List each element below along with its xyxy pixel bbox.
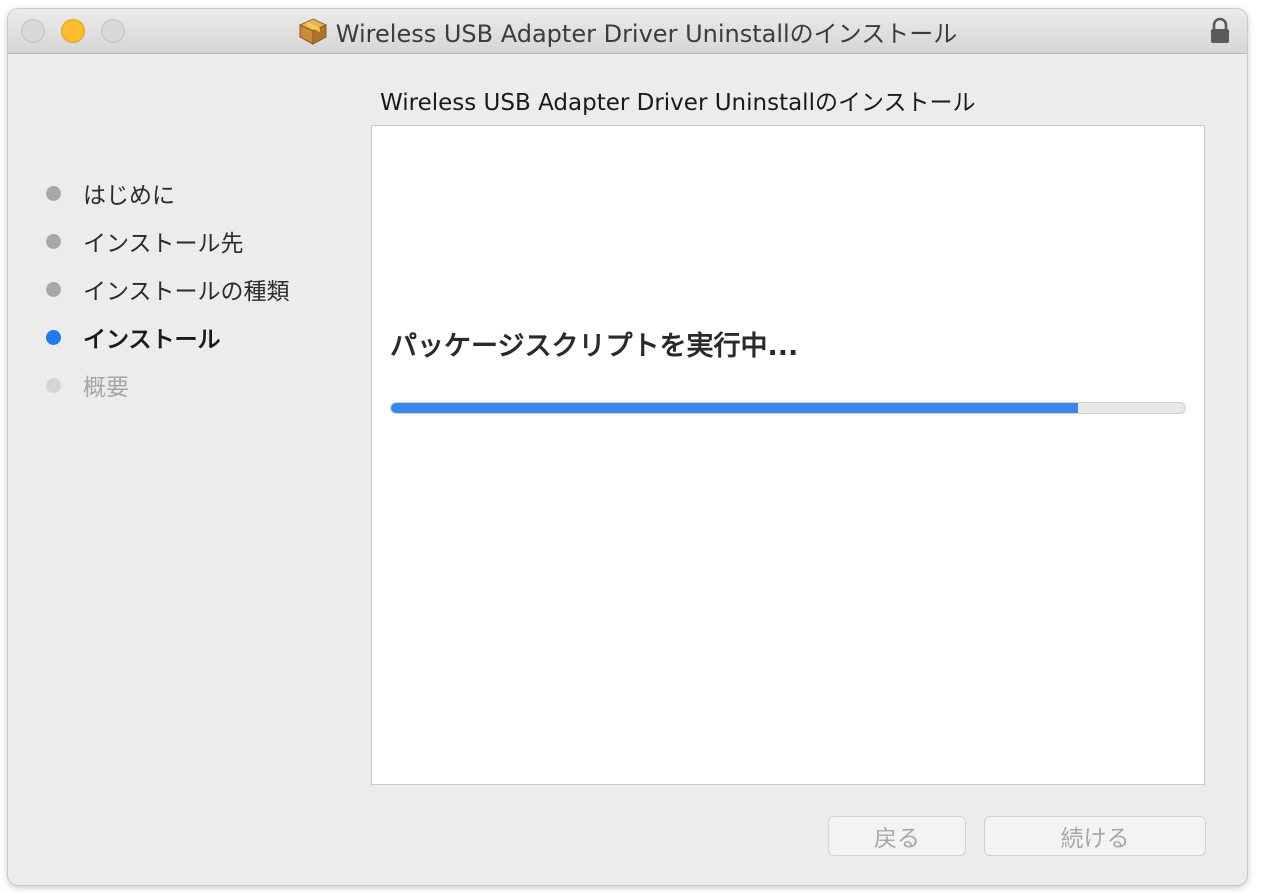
step-item: インストール先 [46, 217, 290, 265]
step-item: はじめに [46, 169, 290, 217]
content-pane: パッケージスクリプトを実行中... [371, 125, 1205, 785]
title-bar[interactable]: Wireless USB Adapter Driver Uninstallのイン… [8, 9, 1247, 54]
step-indicator [46, 377, 61, 393]
installer-heading: Wireless USB Adapter Driver Uninstallのイン… [380, 90, 976, 116]
step-label: インストール [83, 327, 221, 353]
window-title: Wireless USB Adapter Driver Uninstallのイン… [335, 19, 958, 48]
installer-window: Wireless USB Adapter Driver Uninstallのイン… [8, 9, 1247, 885]
status-text: パッケージスクリプトを実行中... [390, 331, 799, 362]
continue-button[interactable]: 続ける [984, 816, 1206, 856]
step-label: はじめに [83, 183, 175, 209]
step-label: 概要 [83, 375, 129, 401]
step-indicator [46, 281, 61, 297]
step-indicator [46, 185, 61, 201]
step-label: インストールの種類 [83, 279, 290, 305]
step-indicator-current [46, 329, 61, 345]
step-item: 概要 [46, 361, 290, 409]
progress-bar [390, 402, 1186, 414]
package-icon [298, 18, 327, 45]
lock-icon[interactable] [1209, 17, 1231, 45]
progress-fill [391, 403, 1078, 413]
step-list: はじめに インストール先 インストールの種類 インストール 概要 [46, 169, 290, 409]
back-button[interactable]: 戻る [828, 816, 966, 856]
window-title-group: Wireless USB Adapter Driver Uninstallのイン… [8, 9, 1247, 53]
step-item-current: インストール [46, 313, 290, 361]
step-item: インストールの種類 [46, 265, 290, 313]
step-label: インストール先 [83, 231, 244, 257]
step-indicator [46, 233, 61, 249]
